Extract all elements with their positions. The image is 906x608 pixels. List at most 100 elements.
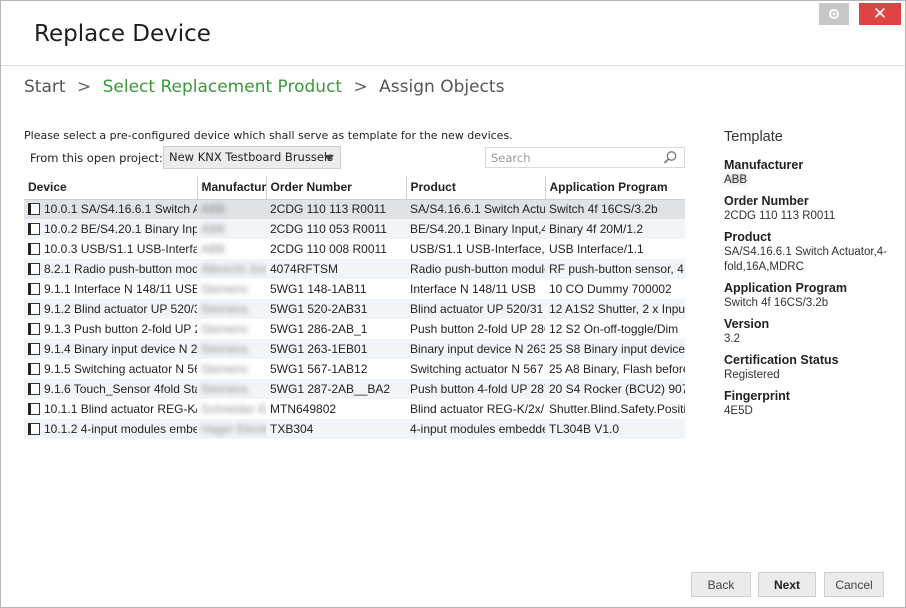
device-icon xyxy=(28,263,40,275)
cell-order-number-text: MTN649802 xyxy=(270,402,337,416)
template-value-certification-status: Registered xyxy=(724,369,780,381)
cell-product: 4-input modules embedded xyxy=(406,419,545,439)
breadcrumb: Start > Select Replacement Product > Ass… xyxy=(24,77,504,97)
device-icon xyxy=(28,283,40,295)
device-icon xyxy=(28,223,40,235)
cell-application-program: 10 CO Dummy 700002 xyxy=(545,279,685,299)
breadcrumb-step-select-product[interactable]: Select Replacement Product xyxy=(103,77,343,97)
cell-manufacturer: Siemens xyxy=(197,379,266,399)
cell-device: 10.1.1 Blind actuator REG-K/2x/10 xyxy=(24,399,197,419)
template-title: Template xyxy=(724,129,783,145)
next-button[interactable]: Next xyxy=(758,572,816,597)
project-dropdown-value: New KNX Testboard Brussels xyxy=(169,150,334,164)
cell-application-program: 12 A1S2 Shutter, 2 x Input xyxy=(545,299,685,319)
cell-device-text: 9.1.5 Switching actuator N 567 xyxy=(44,362,197,376)
cell-application-program-text: TL304B V1.0 xyxy=(549,422,620,436)
cell-order-number-text: 2CDG 110 053 R0011 xyxy=(270,222,387,236)
table-body: 10.0.1 SA/S4.16.6.1 Switch Actuator,4-fo… xyxy=(24,199,685,439)
cell-product-text: 4-input modules embedded xyxy=(410,422,545,436)
cell-application-program: 25 A8 Binary, Flash before xyxy=(545,359,685,379)
cell-device: 8.2.1 Radio push-button module xyxy=(24,259,197,279)
column-header-order-number[interactable]: Order Number xyxy=(266,176,407,200)
column-header-application-program[interactable]: Application Program xyxy=(545,176,685,200)
column-header-manufacturer[interactable]: Manufacturer xyxy=(197,176,267,200)
window-settings-button[interactable] xyxy=(819,3,849,25)
table-row[interactable]: 9.1.2 Blind actuator UP 520/31 Siemens 5WG… xyxy=(24,299,685,319)
template-value-order-number: 2CDG 110 113 R0011 xyxy=(724,210,836,222)
cell-manufacturer: Siemens xyxy=(197,339,266,359)
cell-manufacturer-text: ABB xyxy=(201,202,226,217)
cell-order-number: 5WG1 287-2AB__BA2 xyxy=(266,379,406,399)
column-header-product[interactable]: Product xyxy=(406,176,546,200)
table-row[interactable]: 9.1.5 Switching actuator N 567 Siemens 5WG… xyxy=(24,359,685,379)
cell-product-text: Push button 2-fold UP 286 xyxy=(410,322,545,336)
device-icon xyxy=(28,383,40,395)
close-icon: ✕ xyxy=(872,4,888,23)
template-value-fingerprint: 4E5D xyxy=(724,405,753,417)
table-row[interactable]: 10.1.1 Blind actuator REG-K/2x/10 Schneid… xyxy=(24,399,685,419)
table-row[interactable]: 10.0.3 USB/S1.1 USB-Interface,MDRC ABB 2CD… xyxy=(24,239,685,259)
table-row[interactable]: 10.1.2 4-input modules embedded Hager Ele… xyxy=(24,419,685,439)
cell-product: Push button 4-fold UP 287 xyxy=(406,379,545,399)
table-row[interactable]: 10.0.1 SA/S4.16.6.1 Switch Actuator,4-fo… xyxy=(24,199,685,219)
cell-application-program: 12 S2 On-off-toggle/Dim xyxy=(545,319,685,339)
table-row[interactable]: 9.1.3 Push button 2-fold UP 286 Siemens 5W… xyxy=(24,319,685,339)
cell-order-number-text: 4074RFTSM xyxy=(270,262,339,276)
cell-manufacturer-text: Schneider Electric xyxy=(201,402,266,416)
cell-application-program: RF push-button sensor, 4 xyxy=(545,259,685,279)
cell-device: 9.1.4 Binary input device N 263 xyxy=(24,339,197,359)
template-label-version: Version xyxy=(724,317,770,331)
cell-application-program-text: 12 S2 On-off-toggle/Dim xyxy=(549,322,679,336)
cell-product-text: BE/S4.20.1 Binary Input,4-fold xyxy=(410,222,545,236)
table-row[interactable]: 8.2.1 Radio push-button module Albrecht J… xyxy=(24,259,685,279)
cell-device: 10.1.2 4-input modules embedded xyxy=(24,419,197,439)
cell-product-text: Binary input device N 263 xyxy=(410,342,545,356)
cell-application-program-text: 10 CO Dummy 700002 xyxy=(549,282,672,296)
cell-application-program-text: 12 A1S2 Shutter, 2 x Input xyxy=(549,302,685,316)
template-label-application-program: Application Program xyxy=(724,281,847,295)
cell-order-number: TXB304 xyxy=(266,419,406,439)
column-header-device[interactable]: Device xyxy=(24,176,198,200)
breadcrumb-step-assign-objects[interactable]: Assign Objects xyxy=(379,77,504,97)
template-label-order-number: Order Number xyxy=(724,194,809,208)
cell-application-program-text: 20 S4 Rocker (BCU2) 907 xyxy=(549,382,685,396)
cell-product: SA/S4.16.6.1 Switch Actuator,4-fold,16A,… xyxy=(406,199,545,219)
cell-product: Blind actuator REG-K/2x/10 xyxy=(406,399,545,419)
cell-product-text: Interface N 148/11 USB xyxy=(410,282,536,296)
breadcrumb-step-start[interactable]: Start xyxy=(24,77,66,97)
table-row[interactable]: 9.1.4 Binary input device N 263 Siemens 5W… xyxy=(24,339,685,359)
cell-product-text: Radio push-button module xyxy=(410,262,545,276)
cell-device-text: 10.0.1 SA/S4.16.6.1 Switch Actuator,4-fo… xyxy=(44,202,197,217)
device-icon xyxy=(28,343,40,355)
cell-product-text: Push button 4-fold UP 287 xyxy=(410,382,545,396)
window-close-button[interactable]: ✕ xyxy=(859,3,901,25)
cell-device-text: 10.0.3 USB/S1.1 USB-Interface,MDRC xyxy=(44,242,197,256)
cell-device-text: 10.0.2 BE/S4.20.1 Binary Input,4-fold xyxy=(44,222,197,236)
cell-manufacturer: Siemens xyxy=(197,359,266,379)
search-icon[interactable] xyxy=(663,150,678,165)
search-input[interactable] xyxy=(485,147,685,168)
cell-manufacturer: Siemens xyxy=(197,279,266,299)
cell-order-number: 4074RFTSM xyxy=(266,259,406,279)
breadcrumb-separator: > xyxy=(76,77,92,97)
template-panel: Template Manufacturer ABB Order Number 2CDG… xyxy=(724,129,894,419)
cell-order-number: 2CDG 110 113 R0011 xyxy=(266,199,406,219)
cell-device: 9.1.6 Touch_Sensor 4fold Standard xyxy=(24,379,197,399)
table-row[interactable]: 9.1.6 Touch_Sensor 4fold Standard Siemens… xyxy=(24,379,685,399)
cell-manufacturer: Schneider Electric xyxy=(197,399,266,419)
template-value-version: 3.2 xyxy=(724,333,740,345)
cell-manufacturer-text: Siemens xyxy=(201,362,248,376)
cell-product-text: Blind actuator REG-K/2x/10 xyxy=(410,402,545,416)
table-row[interactable]: 10.0.2 BE/S4.20.1 Binary Input,4-fold ABB… xyxy=(24,219,685,239)
device-icon xyxy=(28,423,40,435)
project-dropdown[interactable]: New KNX Testboard Brussels xyxy=(163,146,341,169)
table-row[interactable]: 9.1.1 Interface N 148/11 USB Siemens 5WG1 … xyxy=(24,279,685,299)
cell-manufacturer-text: Siemens xyxy=(201,302,248,316)
cell-order-number-text: 5WG1 287-2AB__BA2 xyxy=(270,382,391,396)
back-button[interactable]: Back xyxy=(691,572,751,597)
cancel-button[interactable]: Cancel xyxy=(824,572,884,597)
cell-manufacturer-text: Siemens xyxy=(201,322,248,336)
cell-application-program-text: 25 S8 Binary input device xyxy=(549,342,685,356)
cell-device: 9.1.1 Interface N 148/11 USB xyxy=(24,279,197,299)
cell-order-number: 5WG1 286-2AB_1 xyxy=(266,319,406,339)
